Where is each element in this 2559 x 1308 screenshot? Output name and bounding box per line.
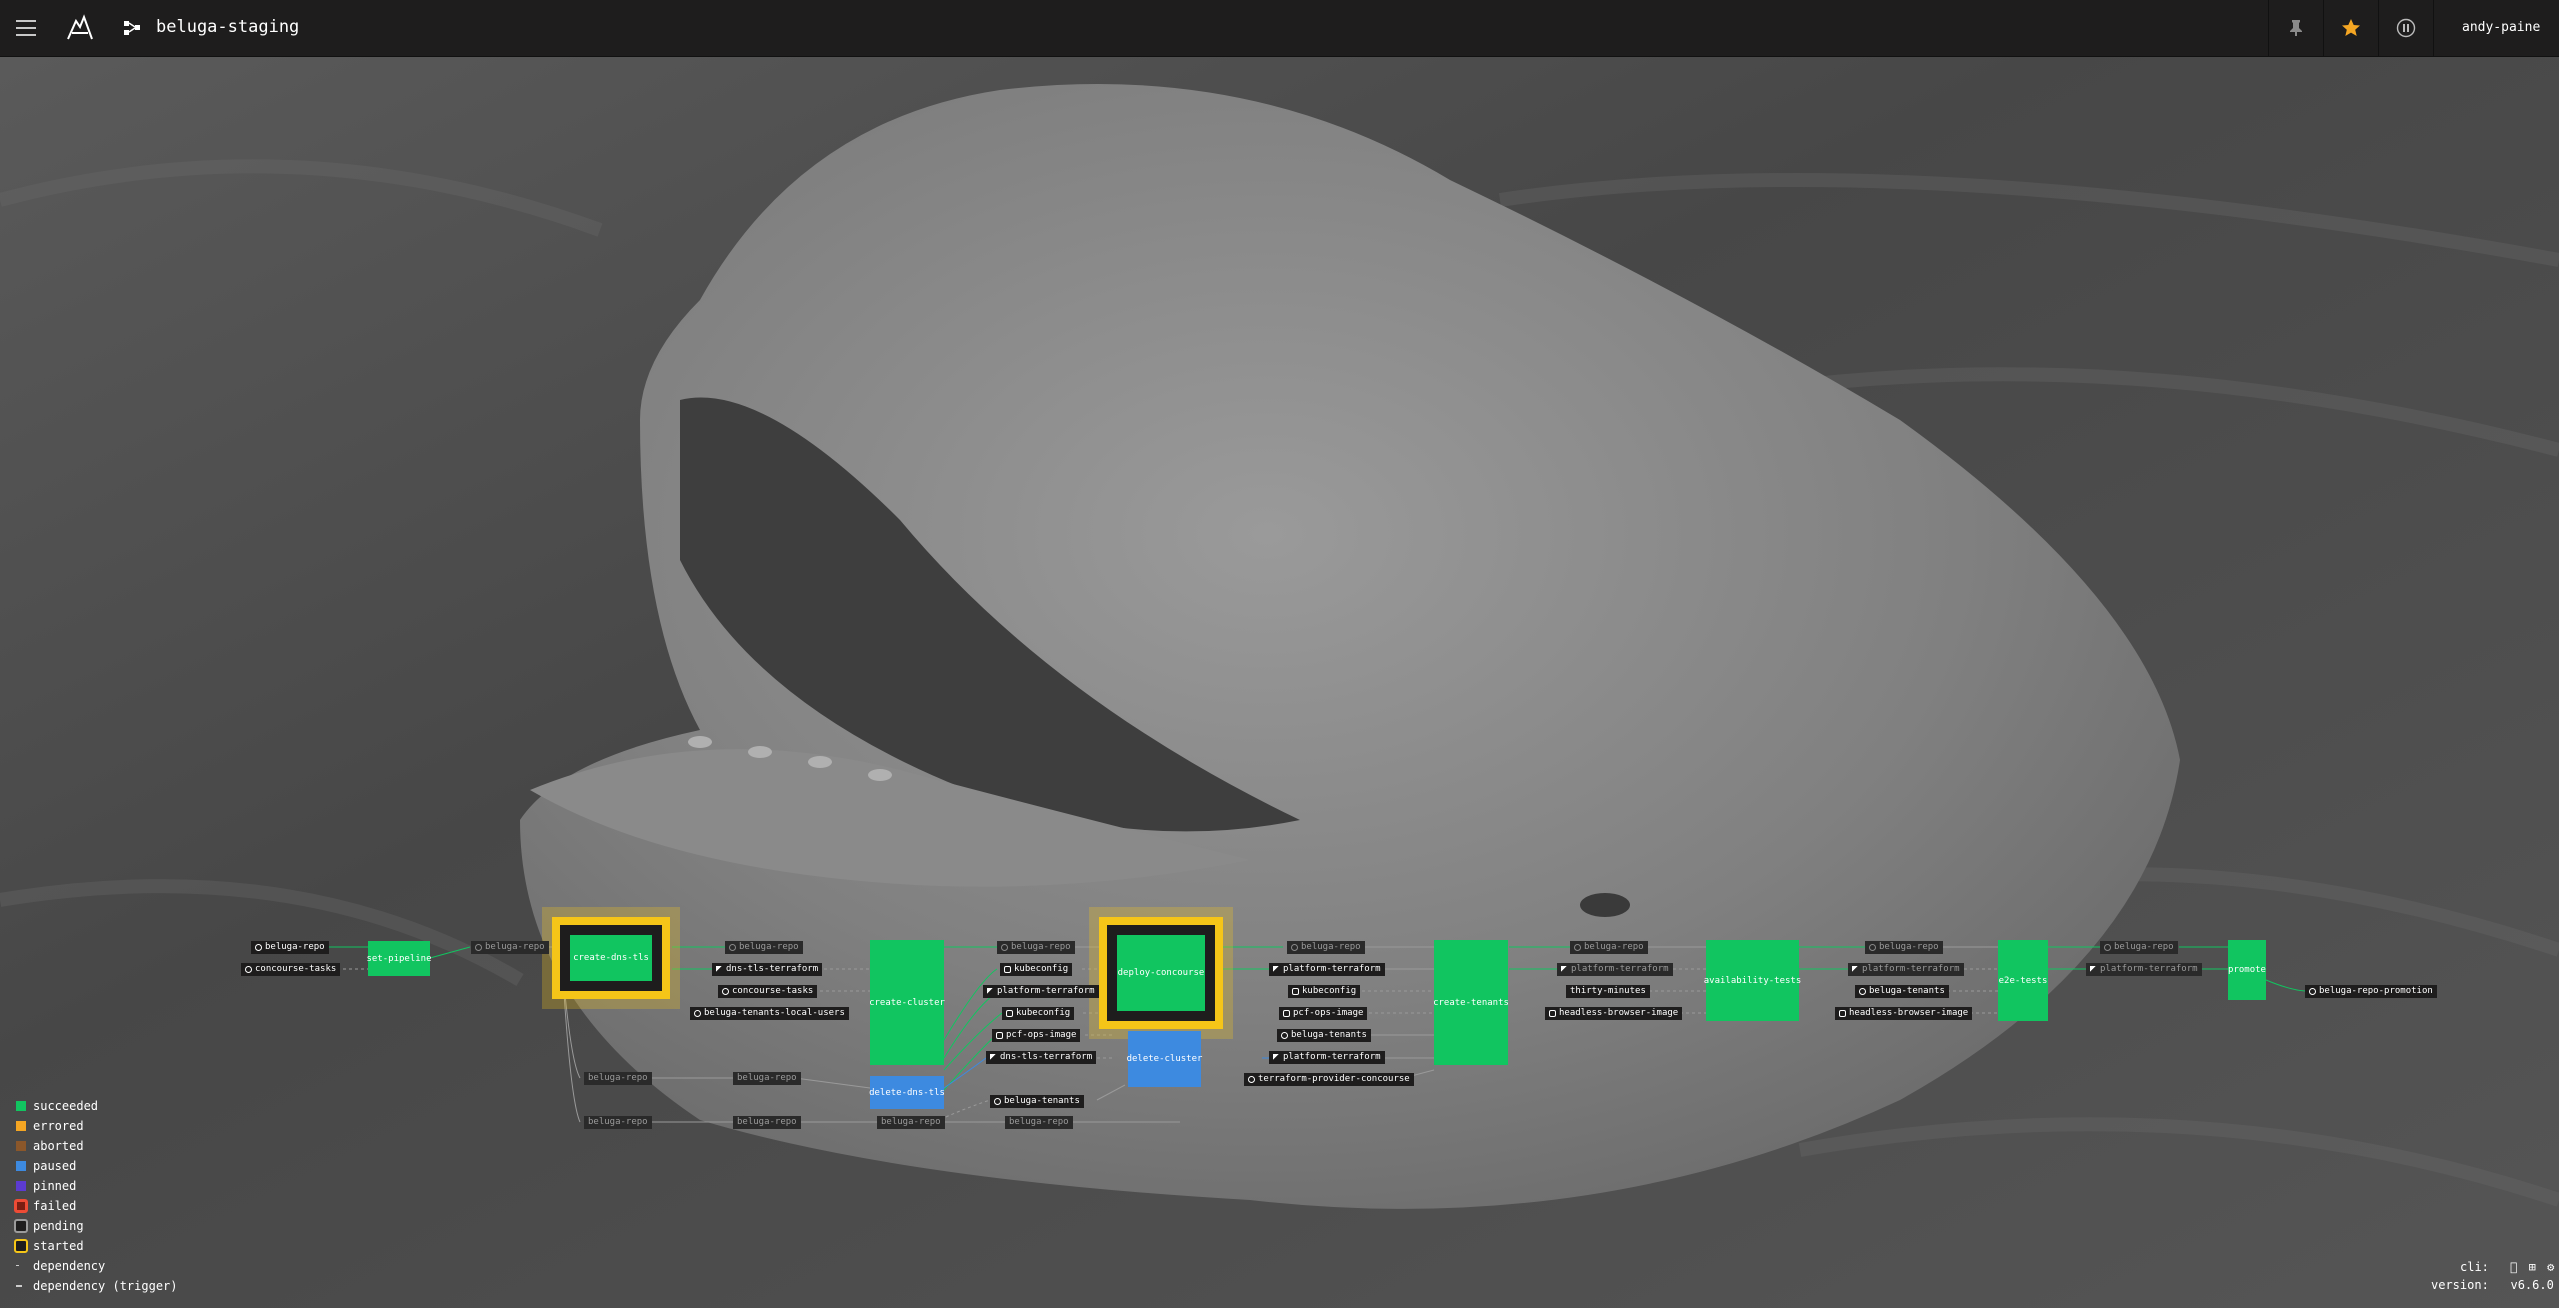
windows-icon[interactable]: ⊞ [2529,1260,2536,1274]
legend-dependency: dependency [16,1256,178,1276]
resource-beluga-repo[interactable]: beluga-repo [733,1116,801,1129]
job-delete-cluster[interactable]: delete-cluster [1127,1031,1202,1087]
resource-beluga-repo[interactable]: beluga-repo [251,941,329,954]
job-availability-tests[interactable]: availability-tests [1704,940,1801,1021]
resource-beluga-repo[interactable]: beluga-repo [725,941,803,954]
resource-terraform-provider-concourse[interactable]: terraform-provider-concourse [1244,1073,1414,1086]
job-delete-dns-tls[interactable]: delete-dns-tls [869,1076,945,1109]
resource-platform-terraform[interactable]: platform-terraform [1848,963,1964,976]
pipeline-name[interactable]: beluga-staging [156,17,299,37]
pin-icon [2290,20,2302,36]
resource-beluga-repo[interactable]: beluga-repo [733,1072,801,1085]
legend-pending: pending [14,1216,178,1236]
resource-beluga-repo[interactable]: beluga-repo [584,1072,652,1085]
resource-headless-browser-image[interactable]: headless-browser-image [1545,1007,1683,1020]
job-create-tenants[interactable]: create-tenants [1433,940,1509,1065]
resource-platform-terraform[interactable]: platform-terraform [1269,963,1385,976]
resource-beluga-repo[interactable]: beluga-repo [2100,941,2178,954]
topbar-divider [2433,0,2434,56]
resource-pcf-ops-image[interactable]: pcf-ops-image [1279,1007,1368,1020]
resource-beluga-repo[interactable]: beluga-repo [997,941,1075,954]
cli-downloads: cli:  ⊞ ⚙ [2460,1260,2554,1274]
resource-platform-terraform[interactable]: platform-terraform [2086,963,2202,976]
top-bar: beluga-staging andy-paine [0,0,2559,57]
legend-failed: failed [14,1196,178,1216]
legend-succeeded: succeeded [16,1096,178,1116]
resource-beluga-repo[interactable]: beluga-repo [1287,941,1365,954]
job-create-dns-tls[interactable]: create-dns-tls [570,935,652,981]
legend-started: started [14,1236,178,1256]
resource-concourse-tasks[interactable]: concourse-tasks [718,985,818,998]
resource-platform-terraform[interactable]: platform-terraform [983,985,1099,998]
resource-headless-browser-image[interactable]: headless-browser-image [1835,1007,1973,1020]
apple-icon[interactable]:  [2510,1260,2517,1274]
legend-errored: errored [16,1116,178,1136]
resource-beluga-repo[interactable]: beluga-repo [1570,941,1648,954]
resource-thirty-minutes[interactable]: thirty-minutes [1566,985,1650,998]
resource-platform-terraform[interactable]: platform-terraform [1557,963,1673,976]
job-create-cluster[interactable]: create-cluster [869,940,945,1065]
resource-kubeconfig[interactable]: kubeconfig [1000,963,1073,976]
pause-icon [2396,18,2416,38]
resource-beluga-repo[interactable]: beluga-repo [877,1116,945,1129]
pin-button[interactable] [2269,0,2323,56]
resource-pcf-ops-image[interactable]: pcf-ops-image [992,1029,1081,1042]
pipeline-icon [124,21,140,35]
cli-label: cli: [2460,1260,2489,1274]
resource-beluga-tenants[interactable]: beluga-tenants [1277,1029,1371,1042]
star-icon [2342,19,2360,36]
resource-concourse-tasks[interactable]: concourse-tasks [241,963,341,976]
status-legend: succeeded errored aborted paused pinned … [14,1096,178,1296]
resource-beluga-repo[interactable]: beluga-repo [1865,941,1943,954]
user-menu[interactable]: andy-paine [2462,20,2540,35]
concourse-logo[interactable] [64,13,96,43]
resource-beluga-repo[interactable]: beluga-repo [471,941,549,954]
pause-pipeline-button[interactable] [2379,0,2433,56]
legend-dependency-trigger: dependency (trigger) [16,1276,178,1296]
resource-kubeconfig[interactable]: kubeconfig [1288,985,1361,998]
favorite-button[interactable] [2324,0,2378,56]
version-label: version: [2431,1278,2489,1292]
hamburger-icon[interactable] [16,20,36,36]
resource-platform-terraform[interactable]: platform-terraform [1269,1051,1385,1064]
job-set-pipeline[interactable]: set-pipeline [366,941,432,976]
resource-beluga-repo[interactable]: beluga-repo [584,1116,652,1129]
legend-pinned: pinned [16,1176,178,1196]
resource-beluga-tenants[interactable]: beluga-tenants [1855,985,1949,998]
linux-icon[interactable]: ⚙ [2547,1260,2554,1274]
version-value: v6.6.0 [2510,1278,2554,1292]
resource-kubeconfig[interactable]: kubeconfig [1002,1007,1075,1020]
legend-paused: paused [16,1156,178,1176]
resource-beluga-repo-promotion[interactable]: beluga-repo-promotion [2305,985,2437,998]
legend-aborted: aborted [16,1136,178,1156]
job-e2e-tests[interactable]: e2e-tests [1998,940,2048,1021]
resource-beluga-tenants-local-users[interactable]: beluga-tenants-local-users [690,1007,849,1020]
resource-beluga-tenants[interactable]: beluga-tenants [990,1095,1084,1108]
version-info: version: v6.6.0 [2431,1278,2554,1292]
job-deploy-concourse[interactable]: deploy-concourse [1117,935,1205,1011]
resource-dns-tls-terraform[interactable]: dns-tls-terraform [986,1051,1097,1064]
background-image [0,56,2559,1308]
resource-dns-tls-terraform[interactable]: dns-tls-terraform [712,963,823,976]
job-promote[interactable]: promote [2228,940,2266,1000]
resource-beluga-repo[interactable]: beluga-repo [1005,1116,1073,1129]
